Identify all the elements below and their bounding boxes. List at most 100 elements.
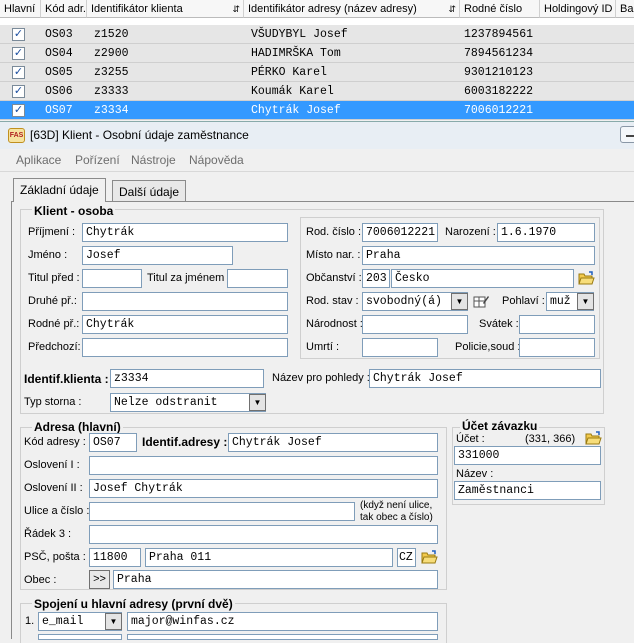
- rc-input[interactable]: 7006012221: [362, 223, 438, 242]
- cell-adresa: VŠUDYBYL Josef: [251, 28, 348, 41]
- contact-type-select-2[interactable]: [38, 634, 122, 640]
- client-grid[interactable]: Hlavní Kód adr. Identifikátor klienta ⇵ I…: [0, 0, 634, 120]
- typ-storna-label: Typ storna :: [24, 396, 82, 408]
- table-row-selected[interactable]: ✓ OS07 z3334 Chytrák Josef 7006012221: [0, 101, 634, 120]
- contact-number: 1.: [25, 615, 35, 627]
- cell-kod: OS05: [45, 66, 73, 79]
- folder-open-icon[interactable]: [421, 550, 438, 565]
- contact-value-input[interactable]: major@winfas.cz: [127, 612, 438, 631]
- checkbox-hlavni[interactable]: ✓: [12, 85, 25, 98]
- prijmeni-input[interactable]: Chytrák: [82, 223, 288, 242]
- obcanstvi-kod-input[interactable]: 203: [362, 269, 390, 288]
- table-row[interactable]: ✓ OS05 z3255 PÉRKO Karel 9301210123: [0, 63, 634, 82]
- chevron-down-icon[interactable]: ▼: [249, 394, 266, 411]
- rodne-pr-label: Rodné př.:: [28, 318, 80, 330]
- col-header-holding[interactable]: Holdingový ID: [540, 0, 616, 18]
- checkbox-hlavni[interactable]: ✓: [12, 66, 25, 79]
- jmeno-input[interactable]: Josef: [82, 246, 233, 265]
- tab-zakladni-udaje[interactable]: Základní údaje: [13, 178, 106, 202]
- obec-input[interactable]: Praha: [113, 570, 438, 589]
- checkbox-hlavni[interactable]: ✓: [12, 104, 25, 117]
- ucet-label: Účet :: [456, 433, 485, 445]
- posta-input[interactable]: Praha 011: [145, 548, 393, 567]
- cell-adresa: Koumák Karel: [251, 85, 334, 98]
- ucet-coords: (331, 366): [525, 433, 576, 445]
- menu-nastroje[interactable]: Nástroje: [131, 153, 176, 167]
- chevron-down-icon[interactable]: ▼: [451, 293, 468, 310]
- cell-kod: OS07: [45, 104, 73, 117]
- client-group-title: Klient - osoba: [32, 204, 116, 218]
- kod-adresy-input[interactable]: OS07: [89, 433, 137, 452]
- rodne-pr-input[interactable]: Chytrák: [82, 315, 288, 334]
- cell-ident: z1520: [94, 28, 129, 41]
- narozeni-input[interactable]: 1.6.1970: [497, 223, 595, 242]
- edit-table-icon[interactable]: [473, 294, 490, 309]
- menu-aplikace[interactable]: Aplikace: [16, 153, 61, 167]
- checkbox-hlavni[interactable]: ✓: [12, 47, 25, 60]
- menu-porizeni[interactable]: Pořízení: [75, 153, 120, 167]
- policie-input[interactable]: [519, 338, 595, 357]
- titul-za-input[interactable]: [227, 269, 288, 288]
- tab-dalsi-udaje[interactable]: Další údaje: [112, 180, 187, 201]
- menu-napoveda[interactable]: Nápověda: [189, 153, 244, 167]
- cell-rc: 7894561234: [464, 47, 534, 60]
- misto-label: Místo nar. :: [306, 249, 361, 261]
- ucet-nazev-input[interactable]: Zaměstnanci: [454, 481, 601, 500]
- narodnost-input[interactable]: [362, 315, 468, 334]
- table-row[interactable]: ✓ OS06 z3333 Koumák Karel 6003182222: [0, 82, 634, 101]
- predchozi-input[interactable]: [82, 338, 288, 357]
- cell-ident: z2900: [94, 47, 129, 60]
- psc-input[interactable]: 11800: [89, 548, 141, 567]
- umrti-label: Umrtí :: [306, 341, 339, 353]
- titul-pred-input[interactable]: [82, 269, 142, 288]
- druhe-input[interactable]: [82, 292, 288, 311]
- obcanstvi-input[interactable]: Česko: [391, 269, 574, 288]
- radek3-input[interactable]: [89, 525, 438, 544]
- col-header-kod[interactable]: Kód adr.: [41, 0, 87, 18]
- osloveni2-label: Oslovení II :: [24, 482, 83, 494]
- contacts-group-title: Spojení u hlavní adresy (první dvě): [32, 597, 235, 611]
- cell-adresa: Chytrák Josef: [251, 104, 341, 117]
- ulice-input[interactable]: [89, 502, 355, 521]
- misto-input[interactable]: Praha: [362, 246, 595, 265]
- radek3-label: Řádek 3 :: [24, 528, 72, 540]
- col-header-rc[interactable]: Rodné číslo: [460, 0, 540, 18]
- contact-value-input-2[interactable]: [127, 634, 438, 640]
- chevron-down-icon[interactable]: ▼: [105, 613, 122, 630]
- nazev-pohledy-input[interactable]: Chytrák Josef: [369, 369, 601, 388]
- minimize-button[interactable]: [620, 126, 634, 143]
- title-bar[interactable]: FAS [63D] Klient - Osobní údaje zaměstna…: [0, 122, 634, 149]
- checkbox-hlavni[interactable]: ✓: [12, 28, 25, 41]
- cell-ident: z3333: [94, 85, 129, 98]
- cell-rc: 7006012221: [464, 104, 534, 117]
- identif-adresy-label: Identif.adresy :: [142, 435, 228, 449]
- folder-open-icon[interactable]: [578, 271, 595, 286]
- osloveni2-input[interactable]: Josef Chytrák: [89, 479, 438, 498]
- cell-rc: 6003182222: [464, 85, 534, 98]
- ucet-input[interactable]: 331000: [454, 446, 601, 465]
- table-row[interactable]: ✓ OS04 z2900 HADIMRŠKA Tom 7894561234: [0, 44, 634, 63]
- stat-input[interactable]: CZ: [397, 548, 416, 567]
- identif-klienta-label: Identif.klienta :: [24, 372, 109, 386]
- obec-lookup-button[interactable]: >>: [89, 570, 110, 589]
- osloveni1-label: Oslovení I :: [24, 459, 80, 471]
- pohlavi-label: Pohlaví :: [502, 295, 545, 307]
- osloveni1-input[interactable]: [89, 456, 438, 475]
- table-row[interactable]: ✓ OS03 z1520 VŠUDYBYL Josef 1237894561: [0, 25, 634, 44]
- folder-open-icon[interactable]: [585, 431, 602, 446]
- col-header-ident-adresy-label: Identifikátor adresy (název adresy): [248, 3, 417, 15]
- col-header-bar[interactable]: Bar: [616, 0, 634, 18]
- typ-storna-select[interactable]: Nelze odstranit: [110, 393, 266, 412]
- umrti-input[interactable]: [362, 338, 438, 357]
- svatek-label: Svátek :: [479, 318, 519, 330]
- stav-label: Rod. stav :: [306, 295, 359, 307]
- col-header-hlavni[interactable]: Hlavní: [0, 0, 41, 18]
- chevron-down-icon[interactable]: ▼: [577, 293, 594, 310]
- col-header-ident-adresy[interactable]: Identifikátor adresy (název adresy) ⇵: [244, 0, 460, 18]
- identif-klienta-input[interactable]: z3334: [110, 369, 264, 388]
- ulice-label: Ulice a číslo :: [24, 505, 90, 517]
- rc-label: Rod. číslo :: [306, 226, 362, 238]
- col-header-ident-klienta[interactable]: Identifikátor klienta ⇵: [87, 0, 244, 18]
- svatek-input[interactable]: [519, 315, 595, 334]
- identif-adresy-input[interactable]: Chytrák Josef: [228, 433, 438, 452]
